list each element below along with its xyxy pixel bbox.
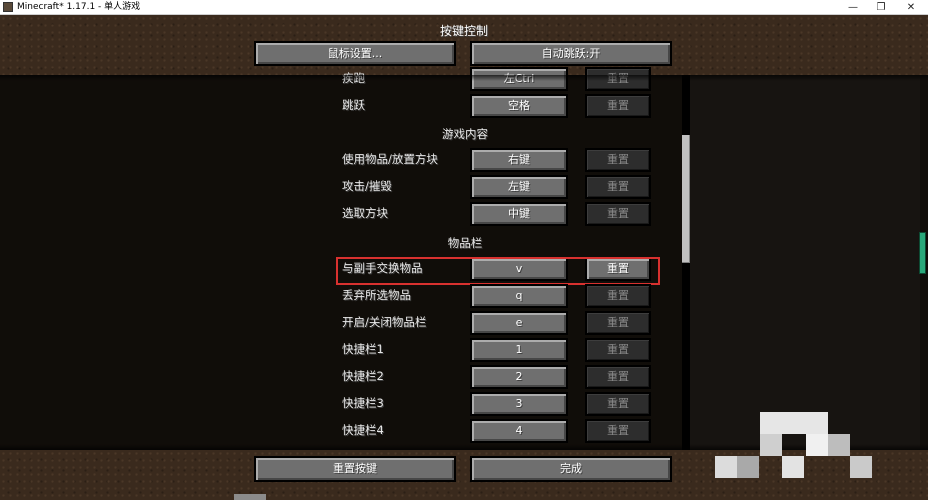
key-button-hotbar-3[interactable]: 3 <box>470 392 568 416</box>
keybind-label-jump: 跳跃 <box>342 98 365 112</box>
key-button-jump[interactable]: 空格 <box>470 94 568 118</box>
keybind-label-hotbar-2: 快捷栏2 <box>342 369 384 383</box>
keybind-label-hotbar-1: 快捷栏1 <box>342 342 384 356</box>
keybind-label-pick-block: 选取方块 <box>342 206 388 220</box>
keybind-label-inventory: 开启/关闭物品栏 <box>342 315 427 329</box>
list-top-shadow <box>0 75 928 81</box>
reset-button-pick-block[interactable]: 重置 <box>585 202 651 226</box>
reset-button-hotbar-4[interactable]: 重置 <box>585 419 651 443</box>
key-button-hotbar-1[interactable]: 1 <box>470 338 568 362</box>
keybind-label-drop-item: 丢弃所选物品 <box>342 288 411 302</box>
reset-all-keys-button[interactable]: 重置按键 <box>254 456 456 482</box>
screen-title: 按键控制 <box>439 24 488 38</box>
mouse-settings-button[interactable]: 鼠标设置... <box>254 41 456 66</box>
keybind-label-hotbar-4: 快捷栏4 <box>342 423 384 437</box>
taskbar-fragment <box>234 494 266 500</box>
reset-button-attack[interactable]: 重置 <box>585 175 651 199</box>
key-button-hotbar-4[interactable]: 4 <box>470 419 568 443</box>
minecraft-app-icon <box>3 2 13 12</box>
key-button-drop-item[interactable]: q <box>470 284 568 308</box>
key-button-hotbar-2[interactable]: 2 <box>470 365 568 389</box>
reset-button-inventory[interactable]: 重置 <box>585 311 651 335</box>
reset-button-hotbar-1[interactable]: 重置 <box>585 338 651 362</box>
key-button-use-item[interactable]: 右键 <box>470 148 568 172</box>
key-button-pick-block[interactable]: 中键 <box>470 202 568 226</box>
list-scrollbar-thumb[interactable] <box>682 135 690 263</box>
category-inventory: 物品栏 <box>447 236 483 250</box>
reset-button-hotbar-2[interactable]: 重置 <box>585 365 651 389</box>
reset-button-use-item[interactable]: 重置 <box>585 148 651 172</box>
window-title: Minecraft* 1.17.1 - 单人游戏 <box>17 2 141 12</box>
reset-button-drop-item[interactable]: 重置 <box>585 284 651 308</box>
window-titlebar: Minecraft* 1.17.1 - 单人游戏 — ❐ ✕ <box>0 0 928 15</box>
keybind-label-hotbar-3: 快捷栏3 <box>342 396 384 410</box>
auto-jump-toggle[interactable]: 自动跳跃:开 <box>470 41 672 66</box>
side-panel <box>690 75 920 450</box>
done-button[interactable]: 完成 <box>470 456 672 482</box>
pixelated-watermark <box>690 410 928 490</box>
key-button-inventory[interactable]: e <box>470 311 568 335</box>
keybind-label-use-item: 使用物品/放置方块 <box>342 152 438 166</box>
reset-button-hotbar-3[interactable]: 重置 <box>585 392 651 416</box>
restore-button[interactable]: ❐ <box>866 0 896 15</box>
close-button[interactable]: ✕ <box>896 0 926 15</box>
category-gameplay: 游戏内容 <box>442 127 488 141</box>
window-scroll-indicator[interactable] <box>919 232 926 274</box>
key-button-attack[interactable]: 左键 <box>470 175 568 199</box>
highlight-annotation-box <box>336 257 660 285</box>
minimize-button[interactable]: — <box>838 0 868 15</box>
reset-button-jump[interactable]: 重置 <box>585 94 651 118</box>
keybind-label-attack: 攻击/摧毁 <box>342 179 392 193</box>
